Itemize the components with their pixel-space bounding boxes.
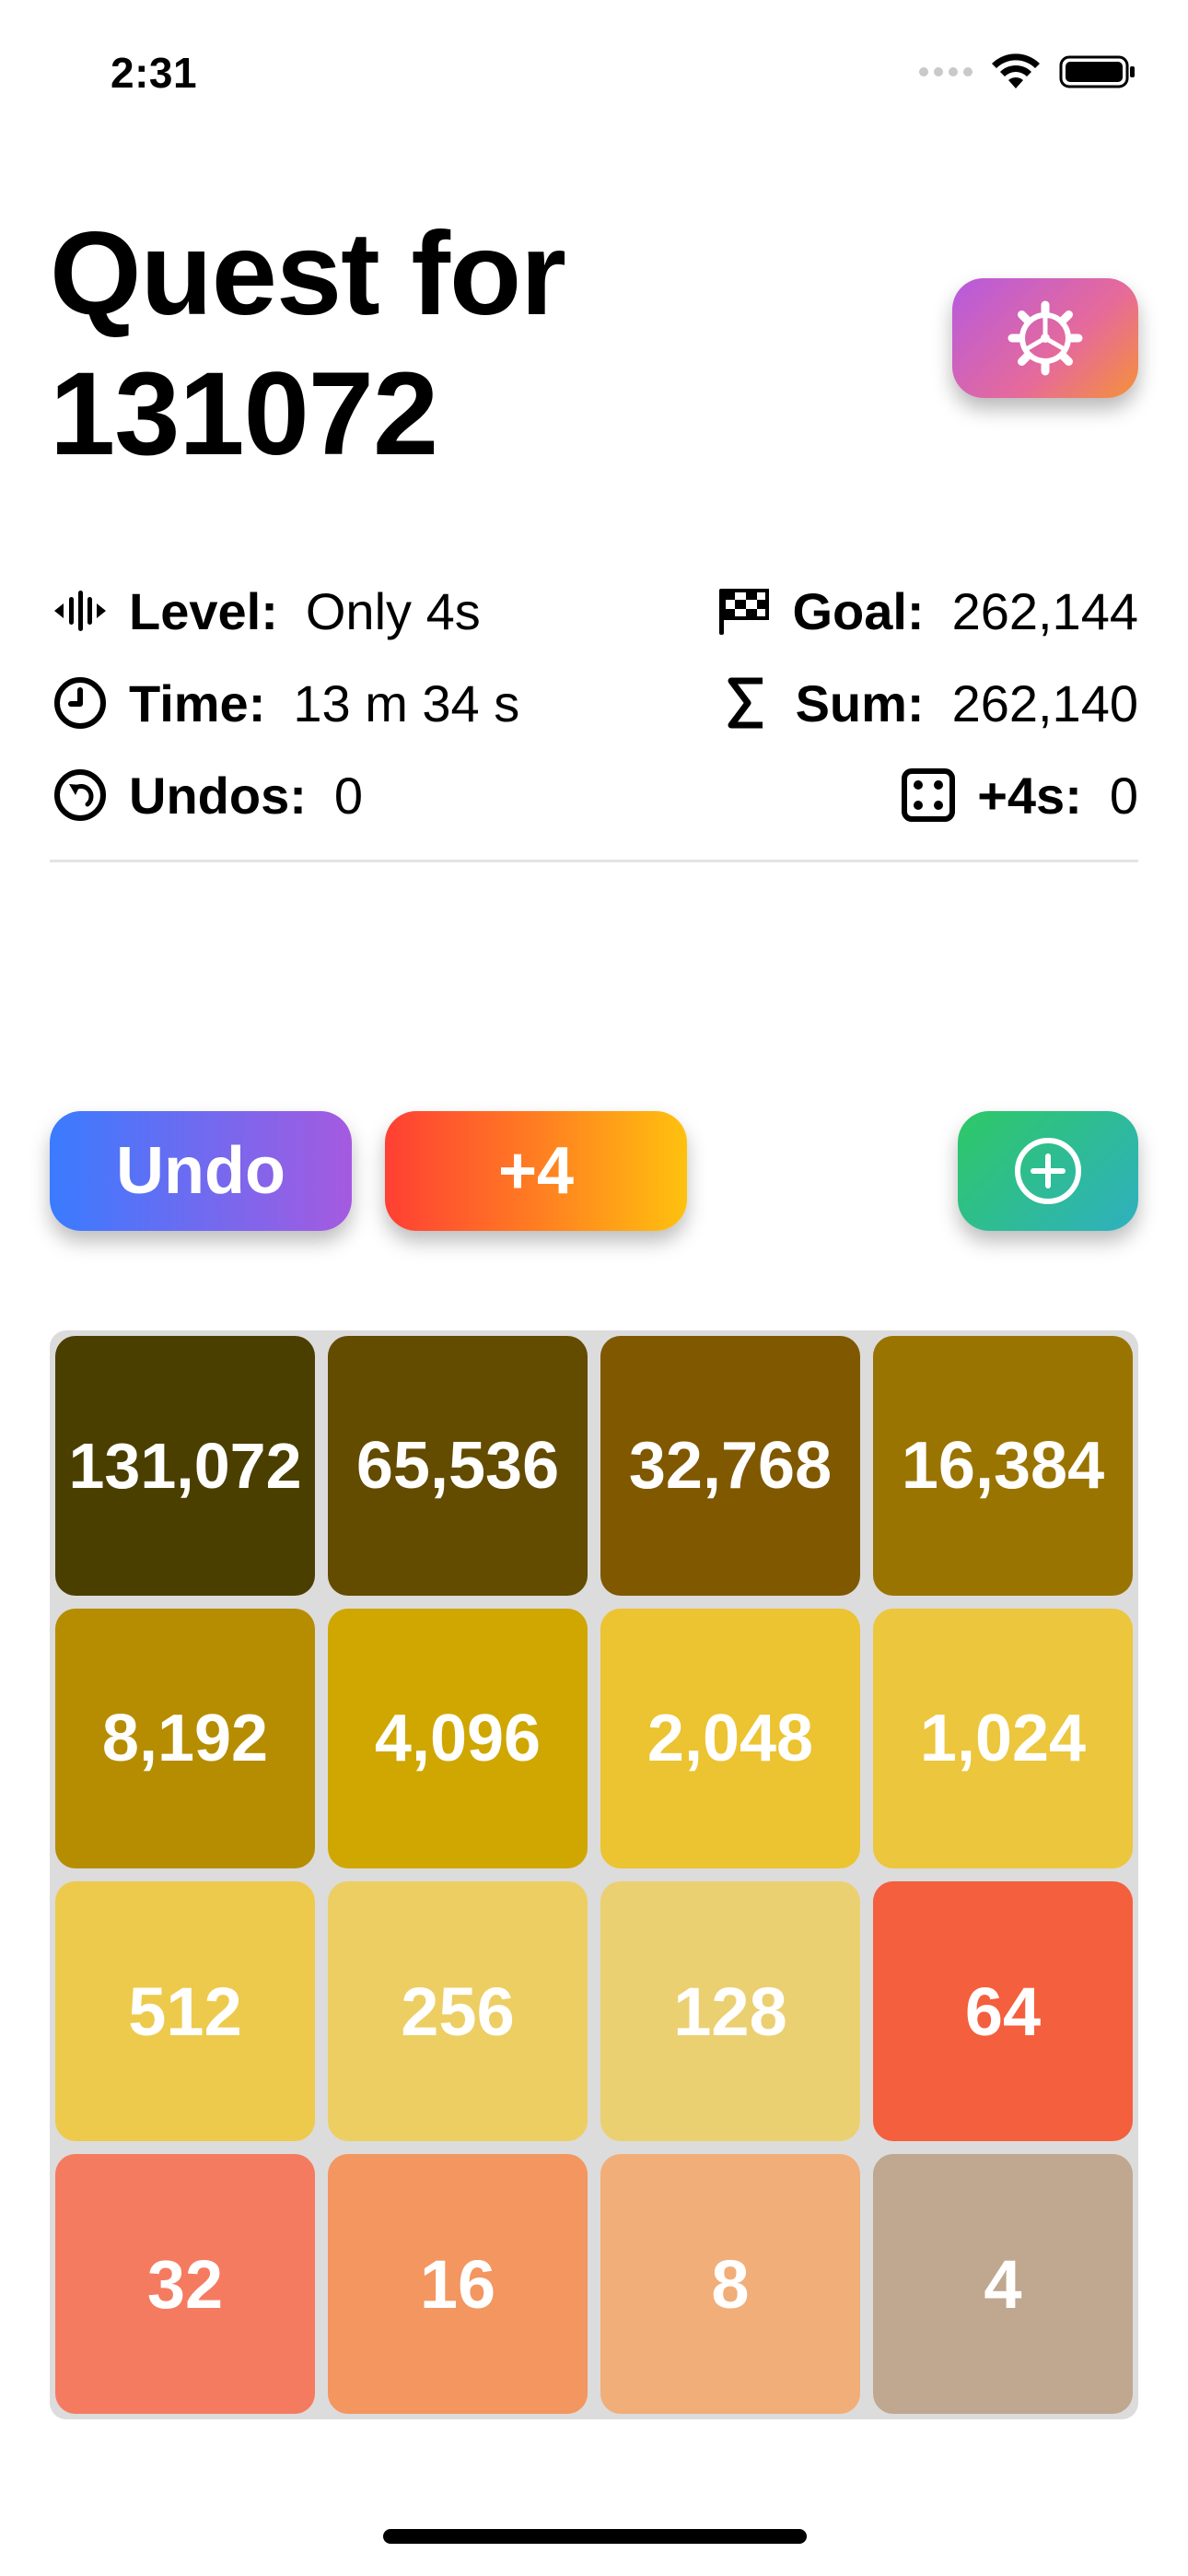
cellular-signal-icon xyxy=(919,67,973,76)
stat-undos-label: Undos: xyxy=(129,766,307,825)
board-tile: 512 xyxy=(55,1881,315,2141)
status-time: 2:31 xyxy=(111,49,198,97)
stat-sum-value: 262,140 xyxy=(951,673,1138,732)
board-tile: 4 xyxy=(873,2154,1133,2414)
stat-plus4s: +4s: 0 xyxy=(898,763,1138,827)
board-tile: 16,384 xyxy=(873,1336,1133,1596)
waveform-icon xyxy=(50,580,111,641)
stat-sum-label: Sum: xyxy=(795,673,925,732)
stat-plus4s-label: +4s: xyxy=(977,766,1082,825)
board-tile: 8 xyxy=(600,2154,860,2414)
checkered-flag-icon xyxy=(713,580,774,641)
plus-circle-icon xyxy=(1015,1138,1081,1204)
board-tile: 131,072 xyxy=(55,1336,315,1596)
stat-plus4s-value: 0 xyxy=(1109,766,1138,825)
dice-icon xyxy=(898,765,959,825)
page-title: Quest for 131072 xyxy=(50,205,566,485)
stats-divider xyxy=(50,860,1138,862)
board-tile: 32 xyxy=(55,2154,315,2414)
board-tile: 128 xyxy=(600,1881,860,2141)
game-board[interactable]: 131,072 65,536 32,768 16,384 8,192 4,096 2,048… xyxy=(50,1330,1138,2419)
undo-button[interactable]: Undo xyxy=(50,1111,352,1231)
gear-icon xyxy=(1007,300,1083,376)
battery-icon xyxy=(1059,55,1135,88)
app-screen: 2:31 Quest for 131072 Level: Only 4s Tim… xyxy=(0,0,1188,2576)
stat-goal-value: 262,144 xyxy=(951,581,1138,640)
board-tile: 65,536 xyxy=(328,1336,588,1596)
stat-time: Time: 13 m 34 s xyxy=(50,671,519,735)
stat-level-value: Only 4s xyxy=(305,581,481,640)
stat-undos: Undos: 0 xyxy=(50,763,363,827)
plus4-button[interactable]: +4 xyxy=(385,1111,687,1231)
stat-goal-label: Goal: xyxy=(792,581,925,640)
undo-arrow-icon xyxy=(50,765,111,825)
stat-level-label: Level: xyxy=(129,581,278,640)
stat-undos-value: 0 xyxy=(333,766,364,825)
stat-time-value: 13 m 34 s xyxy=(293,673,520,732)
board-tile: 16 xyxy=(328,2154,588,2414)
board-tile: 64 xyxy=(873,1881,1133,2141)
title-line-1: Quest for xyxy=(50,208,566,340)
stat-goal: Goal: 262,144 xyxy=(713,579,1138,643)
stat-level: Level: Only 4s xyxy=(50,579,481,643)
clock-icon xyxy=(50,673,111,733)
stat-sum: Sum: 262,140 xyxy=(716,671,1138,735)
board-tile: 8,192 xyxy=(55,1609,315,1868)
board-tile: 2,048 xyxy=(600,1609,860,1868)
sigma-icon xyxy=(716,673,777,733)
title-line-2: 131072 xyxy=(50,348,438,480)
stat-time-label: Time: xyxy=(129,673,266,732)
board-tile: 4,096 xyxy=(328,1609,588,1868)
settings-button[interactable] xyxy=(952,278,1138,398)
status-icons xyxy=(919,53,1136,90)
board-tile: 256 xyxy=(328,1881,588,2141)
board-tile: 32,768 xyxy=(600,1336,860,1596)
board-tile: 1,024 xyxy=(873,1609,1133,1868)
home-indicator xyxy=(383,2529,807,2544)
wifi-icon xyxy=(992,53,1040,88)
new-game-button[interactable] xyxy=(958,1111,1138,1231)
